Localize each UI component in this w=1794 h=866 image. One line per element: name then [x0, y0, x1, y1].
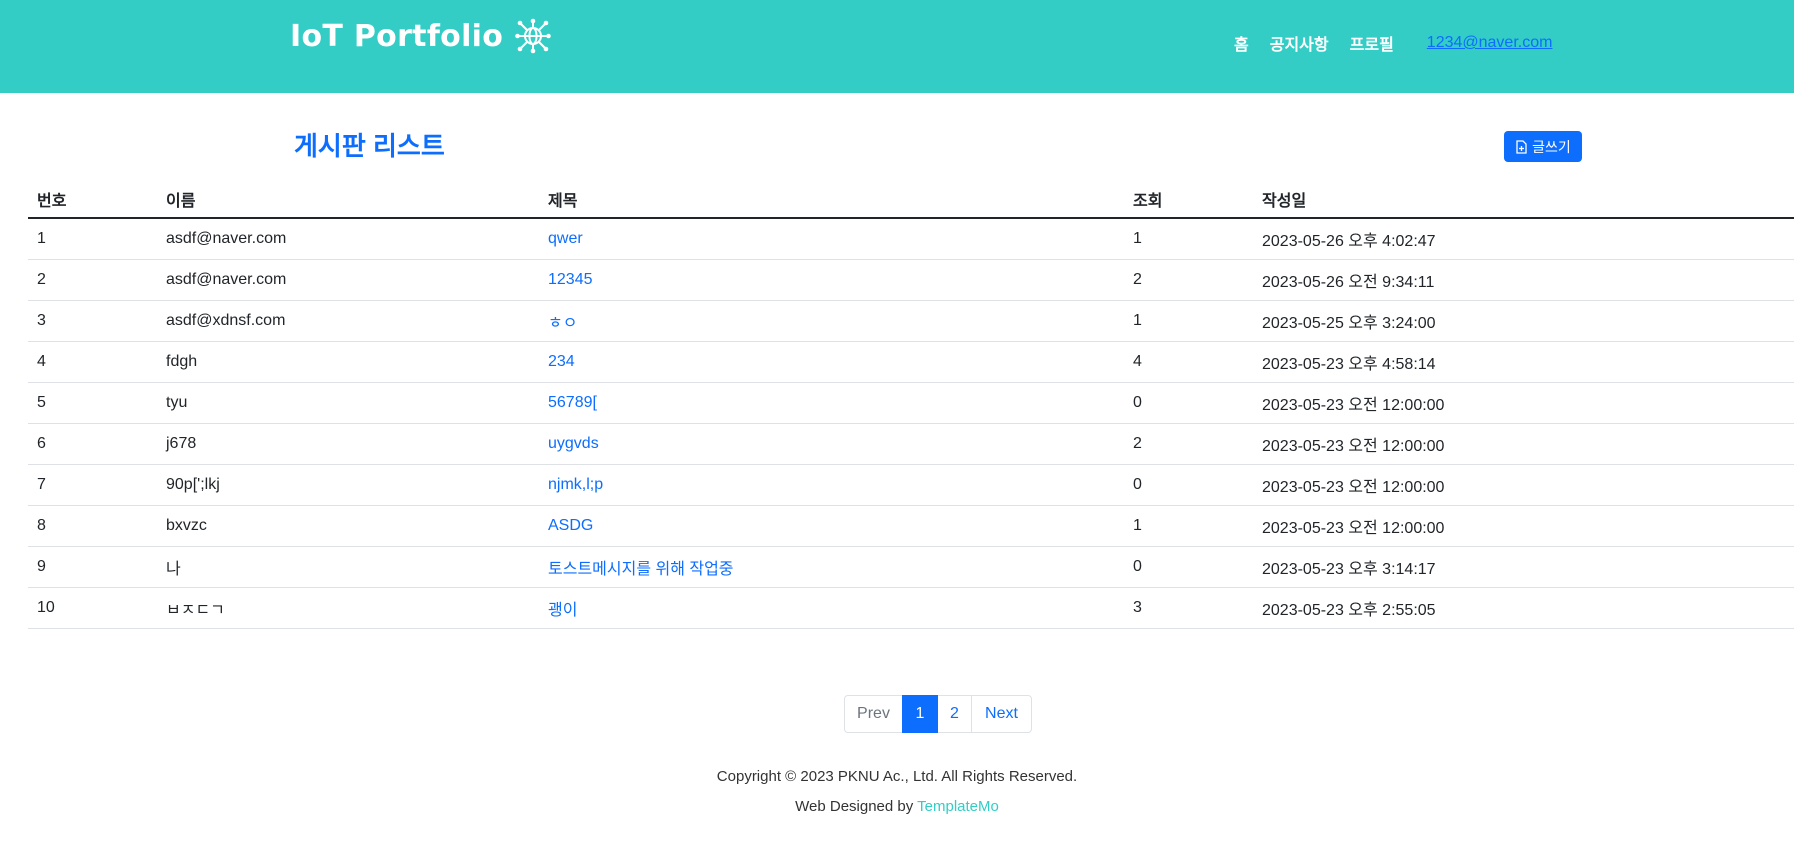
cell-date: 2023-05-23 오후 4:58:14 [1253, 341, 1794, 383]
cell-title: 괭이 [539, 587, 1124, 629]
table-header-row: 번호 이름 제목 조회 작성일 [28, 180, 1794, 219]
post-title-link[interactable]: uygvds [548, 435, 599, 452]
cell-title: 56789[ [539, 382, 1124, 424]
cell-title: njmk,l;p [539, 464, 1124, 506]
cell-number: 10 [28, 587, 157, 629]
cell-date: 2023-05-26 오후 4:02:47 [1253, 218, 1794, 260]
cell-number: 2 [28, 259, 157, 301]
column-header-views: 조회 [1124, 180, 1253, 219]
cell-title: 234 [539, 341, 1124, 383]
cell-number: 7 [28, 464, 157, 506]
cell-date: 2023-05-23 오전 12:00:00 [1253, 382, 1794, 424]
cell-number: 1 [28, 218, 157, 260]
cell-date: 2023-05-23 오후 2:55:05 [1253, 587, 1794, 629]
next-page-button[interactable]: Next [971, 695, 1032, 733]
table-row: 9 나 토스트메시지를 위해 작업중 0 2023-05-23 오후 3:14:… [28, 546, 1794, 588]
column-header-date: 작성일 [1253, 180, 1794, 219]
cell-name: bxvzc [157, 505, 539, 547]
cell-name: ㅂㅈㄷㄱ [157, 587, 539, 629]
cell-views: 1 [1124, 505, 1253, 547]
cell-views: 2 [1124, 259, 1253, 301]
cell-number: 5 [28, 382, 157, 424]
table-row: 7 90p[';lkj njmk,l;p 0 2023-05-23 오전 12:… [28, 464, 1794, 506]
cell-date: 2023-05-25 오후 3:24:00 [1253, 300, 1794, 342]
board-table: 번호 이름 제목 조회 작성일 1 asdf@naver.com qwer 1 … [28, 180, 1794, 629]
cell-date: 2023-05-23 오전 12:00:00 [1253, 423, 1794, 465]
cell-number: 4 [28, 341, 157, 383]
cell-title: ㅎㅇ [539, 300, 1124, 342]
cell-title: uygvds [539, 423, 1124, 465]
write-post-button[interactable]: 글쓰기 [1504, 131, 1582, 162]
post-title-link[interactable]: 234 [548, 353, 575, 370]
cell-views: 0 [1124, 382, 1253, 424]
post-title-link[interactable]: 12345 [548, 271, 593, 288]
cell-name: asdf@xdnsf.com [157, 300, 539, 342]
brand-title[interactable]: IoT Portfolio [290, 19, 503, 54]
table-row: 2 asdf@naver.com 12345 2 2023-05-26 오전 9… [28, 259, 1794, 301]
cell-number: 9 [28, 546, 157, 588]
main-nav: 홈 공지사항 프로필 1234@naver.com [1234, 31, 1552, 55]
page-2-button[interactable]: 2 [937, 695, 972, 733]
cell-name: tyu [157, 382, 539, 424]
cell-title: 토스트메시지를 위해 작업중 [539, 546, 1124, 588]
cell-views: 1 [1124, 218, 1253, 260]
table-row: 1 asdf@naver.com qwer 1 2023-05-26 오후 4:… [28, 218, 1794, 260]
cell-views: 2 [1124, 423, 1253, 465]
cell-date: 2023-05-26 오전 9:34:11 [1253, 259, 1794, 301]
cell-number: 3 [28, 300, 157, 342]
templatemo-link[interactable]: TemplateMo [917, 798, 999, 815]
column-header-number: 번호 [28, 180, 157, 219]
cell-name: asdf@naver.com [157, 259, 539, 301]
cell-views: 0 [1124, 546, 1253, 588]
post-title-link[interactable]: ASDG [548, 517, 593, 534]
cell-name: fdgh [157, 341, 539, 383]
cell-number: 6 [28, 423, 157, 465]
table-row: 8 bxvzc ASDG 1 2023-05-23 오전 12:00:00 [28, 505, 1794, 547]
pagination: Prev 1 2 Next [844, 695, 1032, 733]
write-button-label[interactable]: 글쓰기 [1532, 137, 1571, 157]
cell-name: 90p[';lkj [157, 464, 539, 506]
top-navbar: IoT Portfolio 홈 공지사항 프로필 1234@naver.com [0, 0, 1794, 93]
designer-credit: Web Designed by TemplateMo [0, 798, 1794, 815]
brand-logo[interactable]: IoT Portfolio [290, 18, 551, 54]
cell-views: 3 [1124, 587, 1253, 629]
cell-name: 나 [157, 546, 539, 588]
nav-notices[interactable]: 공지사항 [1270, 31, 1329, 55]
cell-title: qwer [539, 218, 1124, 260]
designer-credit-label: Web Designed by [795, 798, 914, 815]
cell-views: 4 [1124, 341, 1253, 383]
table-row: 4 fdgh 234 4 2023-05-23 오후 4:58:14 [28, 341, 1794, 383]
table-row: 5 tyu 56789[ 0 2023-05-23 오전 12:00:00 [28, 382, 1794, 424]
cell-name: asdf@naver.com [157, 218, 539, 260]
cell-date: 2023-05-23 오전 12:00:00 [1253, 505, 1794, 547]
post-title-link[interactable]: qwer [548, 230, 583, 247]
cell-name: j678 [157, 423, 539, 465]
table-row: 6 j678 uygvds 2 2023-05-23 오전 12:00:00 [28, 423, 1794, 465]
page-1-button[interactable]: 1 [902, 695, 938, 733]
post-title-link[interactable]: 괭이 [548, 602, 577, 619]
post-title-link[interactable]: njmk,l;p [548, 476, 603, 493]
table-row: 3 asdf@xdnsf.com ㅎㅇ 1 2023-05-25 오후 3:24… [28, 300, 1794, 342]
post-title-link[interactable]: 토스트메시지를 위해 작업중 [548, 561, 734, 578]
cell-date: 2023-05-23 오후 3:14:17 [1253, 546, 1794, 588]
cell-number: 8 [28, 505, 157, 547]
prev-page-button[interactable]: Prev [844, 695, 903, 733]
globe-network-icon [515, 18, 551, 54]
copyright-text: Copyright © 2023 PKNU Ac., Ltd. All Righ… [716, 768, 1078, 785]
table-row: 10 ㅂㅈㄷㄱ 괭이 3 2023-05-23 오후 2:55:05 [28, 587, 1794, 629]
page-title: 게시판 리스트 [294, 131, 445, 161]
file-plus-icon [1516, 139, 1527, 154]
cell-title: ASDG [539, 505, 1124, 547]
cell-views: 0 [1124, 464, 1253, 506]
cell-views: 1 [1124, 300, 1253, 342]
nav-home[interactable]: 홈 [1234, 31, 1249, 55]
nav-profile[interactable]: 프로필 [1350, 31, 1394, 55]
cell-date: 2023-05-23 오전 12:00:00 [1253, 464, 1794, 506]
cell-title: 12345 [539, 259, 1124, 301]
column-header-title: 제목 [539, 180, 1124, 219]
post-title-link[interactable]: ㅎㅇ [548, 315, 577, 332]
column-header-name: 이름 [157, 180, 539, 219]
post-title-link[interactable]: 56789[ [548, 394, 597, 411]
user-email-link[interactable]: 1234@naver.com [1427, 34, 1553, 52]
